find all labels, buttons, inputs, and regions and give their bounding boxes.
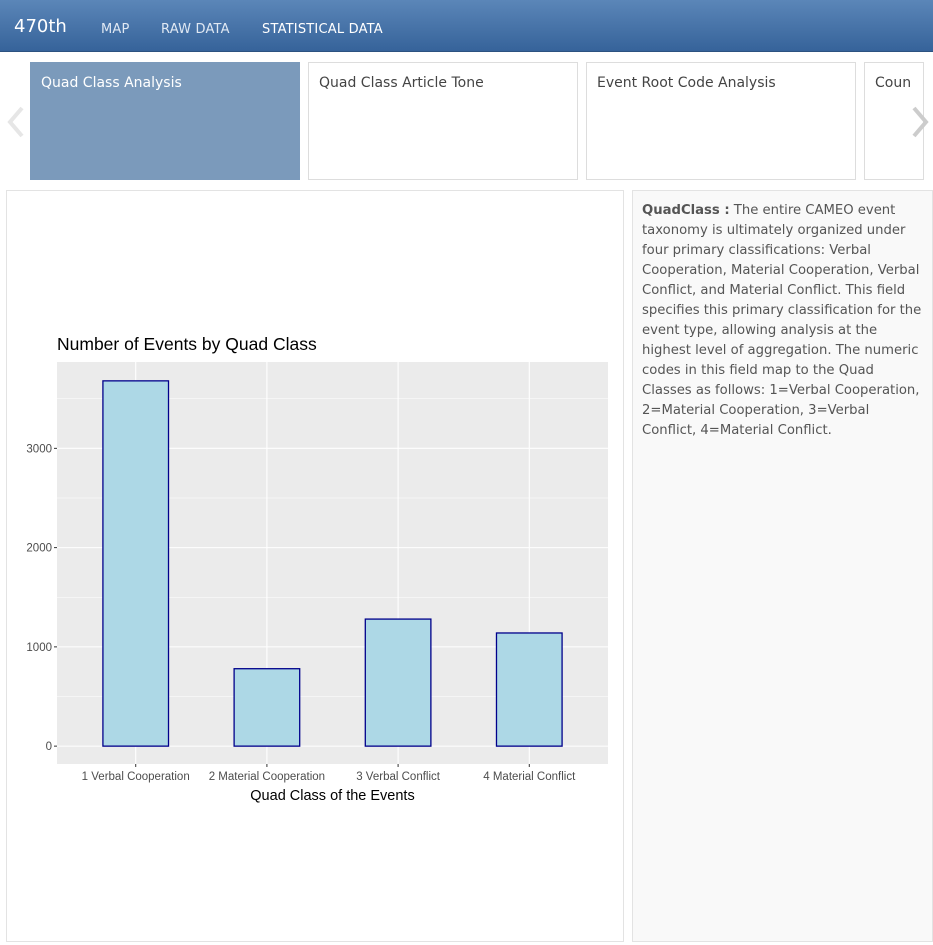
nav-link-map[interactable]: MAP (101, 22, 130, 37)
nav-link-statistical-data[interactable]: STATISTICAL DATA (262, 22, 383, 37)
top-navbar: 470th MAP RAW DATA STATISTICAL DATA (0, 0, 933, 52)
chevron-left-icon[interactable] (4, 104, 28, 140)
analysis-carousel: Quad Class Analysis Quad Class Article T… (0, 52, 933, 190)
x-tick-label: 4 Material Conflict (483, 771, 576, 783)
y-tick-label: 2000 (26, 543, 52, 555)
bar-1 (102, 380, 170, 747)
info-description: The entire CAMEO event taxonomy is ultim… (642, 203, 922, 438)
nav-link-raw-data[interactable]: RAW DATA (161, 22, 230, 37)
x-tick-label: 3 Verbal Conflict (356, 771, 441, 783)
chevron-right-icon[interactable] (908, 104, 932, 140)
y-tick-label: 1000 (26, 642, 52, 654)
bar-2 (233, 668, 301, 747)
quad-class-bar-chart: Number of Events by Quad Class 0 1000 2000… (26, 334, 608, 804)
chart-panel: Number of Events by Quad Class 0 1000 2000… (6, 190, 624, 942)
bar-3 (364, 618, 432, 747)
x-tick-label: 2 Material Cooperation (209, 771, 325, 783)
y-tick-label: 3000 (26, 443, 52, 455)
brand-title[interactable]: 470th (14, 16, 67, 37)
y-axis: 0 1000 2000 3000 (26, 443, 57, 753)
carousel-card-event-root-code-analysis[interactable]: Event Root Code Analysis (586, 62, 856, 180)
x-tick-label: 1 Verbal Cooperation (82, 771, 190, 783)
chart-title: Number of Events by Quad Class (57, 334, 317, 354)
bar-4 (495, 632, 563, 747)
info-panel: QuadClass : The entire CAMEO event taxon… (632, 190, 933, 942)
info-term: QuadClass : (642, 203, 730, 218)
x-axis: 1 Verbal Cooperation 2 Material Cooperati… (82, 764, 576, 783)
y-tick-label: 0 (46, 741, 52, 753)
x-axis-title: Quad Class of the Events (250, 788, 414, 804)
carousel-card-quad-class-analysis[interactable]: Quad Class Analysis (30, 62, 300, 180)
carousel-card-quad-class-article-tone[interactable]: Quad Class Article Tone (308, 62, 578, 180)
